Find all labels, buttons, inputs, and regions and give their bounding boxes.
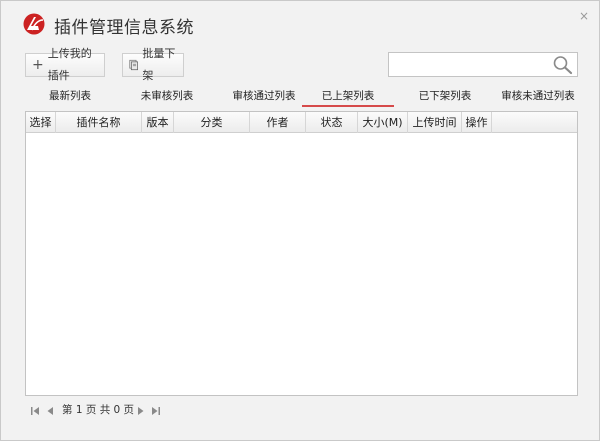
tab-offline[interactable]: 已下架列表 xyxy=(407,87,483,107)
col-plugin-name[interactable]: 插件名称 xyxy=(56,112,142,133)
prev-page-icon[interactable] xyxy=(44,405,56,417)
col-size[interactable]: 大小(M) xyxy=(358,112,408,133)
list-tabs: 最新列表 未审核列表 审核通过列表 已上架列表 已下架列表 审核未通过列表 xyxy=(25,87,581,107)
search-input[interactable] xyxy=(389,53,547,76)
table-header: 选择 插件名称 版本 分类 作者 状态 大小(M) 上传时间 操作 xyxy=(26,112,577,133)
table-body xyxy=(26,133,577,395)
col-category[interactable]: 分类 xyxy=(174,112,250,133)
tab-latest[interactable]: 最新列表 xyxy=(37,87,103,107)
col-version[interactable]: 版本 xyxy=(142,112,174,133)
col-author[interactable]: 作者 xyxy=(250,112,306,133)
search-icon[interactable] xyxy=(552,55,574,75)
close-button[interactable]: × xyxy=(577,9,591,23)
batch-offline-button[interactable]: 批量下架 xyxy=(122,47,184,82)
first-page-icon[interactable] xyxy=(29,405,41,417)
col-select[interactable]: 选择 xyxy=(26,112,56,133)
col-upload-time[interactable]: 上传时间 xyxy=(408,112,462,133)
upload-plugin-label: 上传我的插件 xyxy=(47,47,92,82)
tab-unreviewed[interactable]: 未审核列表 xyxy=(129,87,205,107)
page-info: 第 1 页 共 0 页 xyxy=(62,404,135,416)
last-page-icon[interactable] xyxy=(150,405,162,417)
plugin-table: 选择 插件名称 版本 分类 作者 状态 大小(M) 上传时间 操作 xyxy=(25,111,578,396)
tab-published[interactable]: 已上架列表 xyxy=(302,87,394,107)
app-logo-icon xyxy=(23,13,45,35)
upload-plugin-button[interactable]: + 上传我的插件 xyxy=(25,47,105,82)
next-page-icon[interactable] xyxy=(135,405,147,417)
search-box xyxy=(388,52,578,77)
app-title: 插件管理信息系统 xyxy=(54,18,194,38)
batch-offline-label: 批量下架 xyxy=(142,47,176,82)
app-window: 插件管理信息系统 × + 上传我的插件 批量下架 最新列表 未审核列表 审核通过… xyxy=(0,0,600,441)
pagination: 第 1 页 共 0 页 xyxy=(25,403,325,419)
tab-review-passed[interactable]: 审核通过列表 xyxy=(221,87,307,107)
document-icon xyxy=(129,59,139,71)
title-bar: 插件管理信息系统 × xyxy=(1,1,599,43)
col-actions[interactable]: 操作 xyxy=(462,112,492,133)
col-status[interactable]: 状态 xyxy=(306,112,358,133)
plus-icon: + xyxy=(32,57,44,73)
tab-review-failed[interactable]: 审核未通过列表 xyxy=(493,87,583,107)
